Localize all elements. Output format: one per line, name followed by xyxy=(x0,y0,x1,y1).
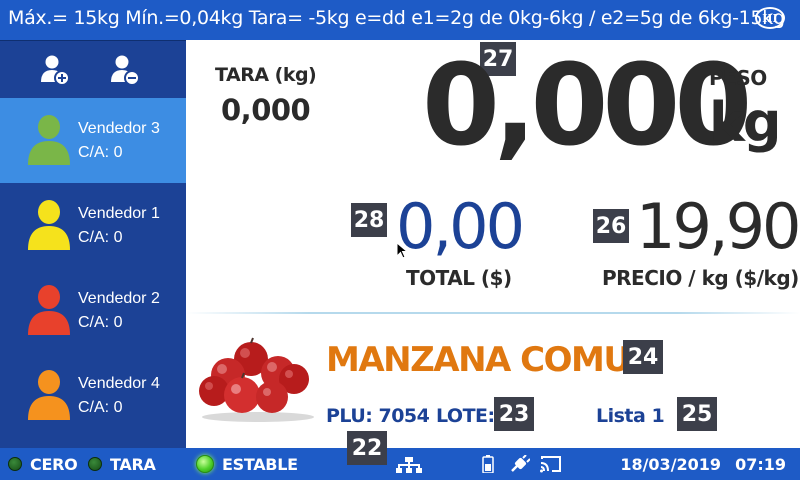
zero-label: CERO xyxy=(30,454,78,474)
vendor-item-3[interactable]: Vendedor 3 C/A: 0 xyxy=(0,98,186,183)
total-value: 0,00 xyxy=(396,190,525,263)
vendor-name: Vendedor 4 xyxy=(78,375,160,392)
price-value[interactable]: 19,90 xyxy=(636,196,800,258)
vendor-count: C/A: 0 xyxy=(78,314,123,331)
stable-label: ESTABLE xyxy=(222,454,298,474)
plu-label: PLU: 7054 xyxy=(326,405,430,427)
vendor-count: C/A: 0 xyxy=(78,144,123,161)
status-date: 18/03/2019 xyxy=(620,454,722,474)
price-list-label: Lista 1 xyxy=(596,405,665,427)
weight-label: PESO xyxy=(709,66,767,90)
zero-indicator: CERO xyxy=(8,448,78,480)
total-badge: 28 xyxy=(351,203,387,237)
mouse-cursor-icon xyxy=(396,241,409,265)
stable-indicator: ESTABLE xyxy=(196,448,298,480)
plu-badge: 22 xyxy=(347,431,387,465)
apples-image xyxy=(198,337,318,428)
vendor-name: Vendedor 1 xyxy=(78,205,160,222)
lote-label: LOTE: xyxy=(436,405,495,427)
weight-value: 0,000 xyxy=(422,41,752,171)
tare-title: TARA (kg) xyxy=(215,64,317,86)
accuracy-class-badge: III xyxy=(755,7,785,29)
network-icon xyxy=(396,457,422,478)
plug-icon xyxy=(510,454,531,478)
tare-indicator: TARA xyxy=(88,448,156,480)
status-time: 07:19 xyxy=(735,454,786,474)
section-divider xyxy=(186,312,800,314)
zero-led-icon xyxy=(8,457,22,471)
cast-icon xyxy=(540,455,562,478)
status-bar: CERO TARA ESTABLE 18/03/2019 07:19 xyxy=(0,448,800,480)
lote-badge: 23 xyxy=(494,397,534,431)
weight-unit: kg xyxy=(709,91,782,154)
user-add-icon[interactable] xyxy=(40,54,70,91)
user-remove-icon[interactable] xyxy=(110,54,140,91)
vendor-name: Vendedor 2 xyxy=(78,290,160,307)
vendor-avatar-icon xyxy=(28,114,70,171)
vendor-item-4[interactable]: Vendedor 4 C/A: 0 xyxy=(0,353,186,438)
vendor-count: C/A: 0 xyxy=(78,399,123,416)
tare-led-icon xyxy=(88,457,102,471)
vendor-avatar-icon xyxy=(28,199,70,256)
vendor-item-2[interactable]: Vendedor 2 C/A: 0 xyxy=(0,268,186,353)
vendor-avatar-icon xyxy=(28,284,70,341)
top-bar: Máx.= 15kg Mín.=0,04kg Tara= -5kg e=dd e… xyxy=(0,0,800,40)
price-label: PRECIO / kg ($/kg) xyxy=(602,266,799,290)
tare-indicator-label: TARA xyxy=(110,454,156,474)
vendor-name: Vendedor 3 xyxy=(78,120,160,137)
sidebar-actions xyxy=(0,41,186,97)
list-badge: 25 xyxy=(677,397,717,431)
vendor-item-1[interactable]: Vendedor 1 C/A: 0 xyxy=(0,183,186,268)
product-name-badge: 24 xyxy=(623,340,663,374)
battery-icon xyxy=(482,455,494,478)
date-time: 18/03/2019 07:19 xyxy=(620,448,786,480)
price-badge: 26 xyxy=(593,209,629,243)
vendor-count: C/A: 0 xyxy=(78,229,123,246)
total-label: TOTAL ($) xyxy=(406,266,512,290)
tare-value[interactable]: 0,000 xyxy=(221,93,311,127)
product-name: MANZANA COMUN xyxy=(326,340,658,380)
stable-led-icon xyxy=(196,455,214,473)
vendor-avatar-icon xyxy=(28,369,70,426)
vendor-sidebar: Vendedor 3 C/A: 0 Vendedor 1 C/A: 0 Vend… xyxy=(0,40,186,448)
scale-spec-text: Máx.= 15kg Mín.=0,04kg Tara= -5kg e=dd e… xyxy=(8,7,785,29)
